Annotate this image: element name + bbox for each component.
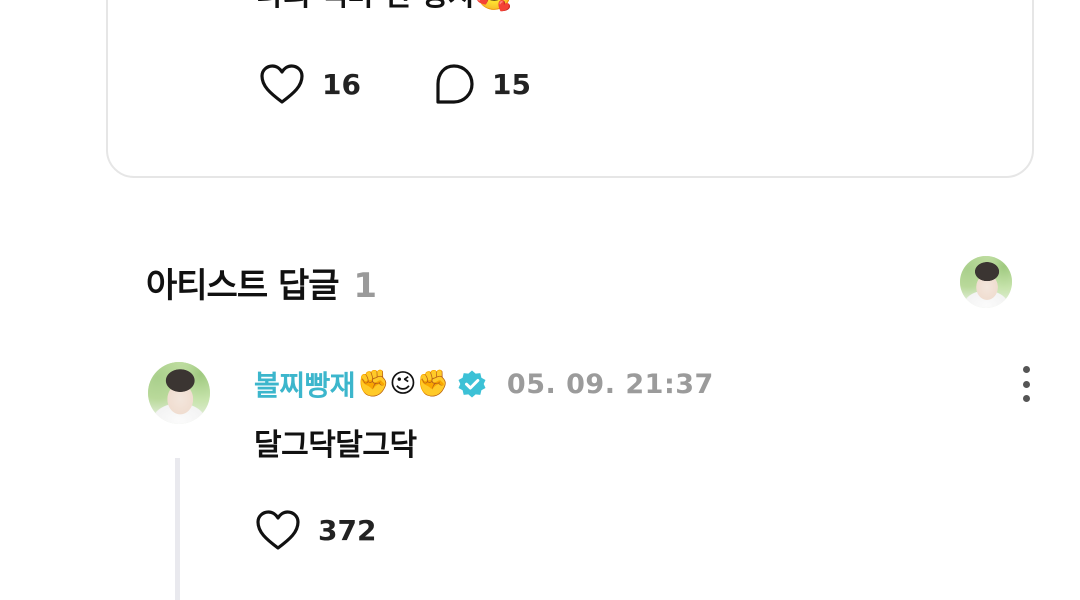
post-like-button[interactable]: 16 xyxy=(258,62,361,106)
post-body-text: 나의 백마 탄 왕자🥰 xyxy=(256,0,513,14)
post-like-count: 16 xyxy=(322,67,361,101)
artist-replies-count: 1 xyxy=(353,266,377,306)
artist-avatar[interactable] xyxy=(960,256,1012,308)
reply-author-emojis: ✊😉✊ xyxy=(357,369,449,399)
more-dot xyxy=(1022,366,1030,373)
heart-outline-icon xyxy=(256,510,300,550)
artist-avatar-image xyxy=(960,256,1012,308)
reply-header: 볼찌빵재 ✊😉✊ 05. 09. 21:37 xyxy=(254,364,714,404)
post-comment-count: 15 xyxy=(492,67,531,101)
thread-line xyxy=(175,458,180,600)
heart-outline-icon xyxy=(260,64,304,104)
reply-timestamp: 05. 09. 21:37 xyxy=(506,368,714,400)
speech-bubble-icon xyxy=(436,64,474,104)
post-comment-button[interactable]: 15 xyxy=(432,62,531,106)
post-card: 나의 백마 탄 왕자🥰 16 15 xyxy=(106,0,1034,178)
artist-replies-heading: 아티스트 답글 1 xyxy=(146,258,377,307)
reply-like-button[interactable]: 372 xyxy=(254,508,376,552)
fan-post-detail-page: 나의 백마 탄 왕자🥰 16 15 아티스트 답글 1 볼찌빵재 ✊😉✊ xyxy=(0,0,1080,600)
reply-author-avatar-image xyxy=(148,362,210,424)
reply-body-text: 달그닥달그닥 xyxy=(254,428,417,463)
more-dot xyxy=(1022,395,1030,402)
artist-replies-title: 아티스트 답글 xyxy=(146,266,340,306)
more-dot xyxy=(1022,380,1030,388)
more-vertical-icon[interactable] xyxy=(1016,366,1036,402)
reply-like-count: 372 xyxy=(318,513,377,547)
reply-author-avatar[interactable] xyxy=(148,362,210,424)
verified-badge-icon xyxy=(457,369,487,399)
reply-author-name[interactable]: 볼찌빵재 xyxy=(254,364,356,404)
